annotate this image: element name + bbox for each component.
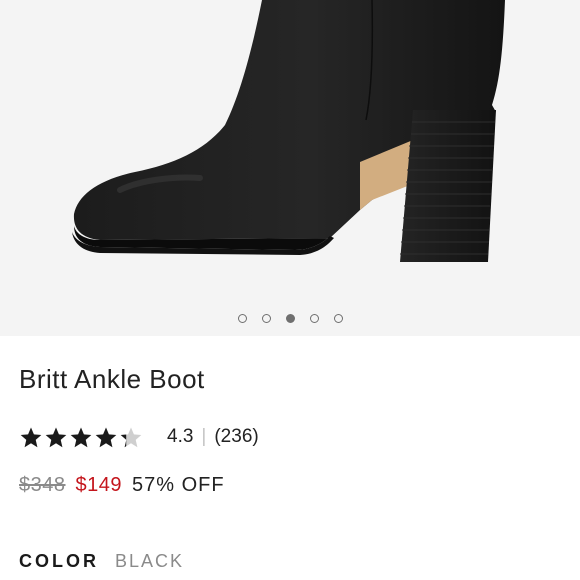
star-icon (45, 427, 67, 447)
discount-label: 57% OFF (132, 474, 225, 496)
gallery-dot-1[interactable] (237, 314, 247, 323)
price-block: $348 $149 57% OFF (19, 474, 225, 497)
gallery-dot-3[interactable] (285, 314, 295, 323)
color-selector[interactable]: COLOR BLACK (19, 551, 184, 572)
review-count-link[interactable]: (236) (214, 426, 258, 448)
product-page: Britt Ankle Boot 4.3 | (236) $348 $149 5… (0, 0, 580, 580)
star-icon (120, 427, 142, 447)
original-price: $348 (19, 474, 66, 496)
gallery-dot-5[interactable] (333, 314, 343, 323)
sale-price: $149 (75, 474, 122, 496)
star-icon (95, 427, 117, 447)
gallery-dot-4[interactable] (309, 314, 319, 323)
product-image-gallery[interactable] (0, 0, 580, 336)
boot-image (72, 0, 505, 262)
gallery-dot-2[interactable] (261, 314, 271, 323)
color-value: BLACK (115, 551, 185, 571)
star-icon (20, 427, 42, 447)
star-rating (19, 426, 143, 449)
product-title: Britt Ankle Boot (19, 364, 205, 394)
rating-summary[interactable]: 4.3 | (236) (19, 423, 259, 451)
color-label: COLOR (19, 551, 99, 571)
rating-divider: | (201, 426, 207, 447)
star-icon (70, 427, 92, 447)
gallery-pagination (0, 314, 580, 326)
rating-value: 4.3 (167, 426, 194, 447)
